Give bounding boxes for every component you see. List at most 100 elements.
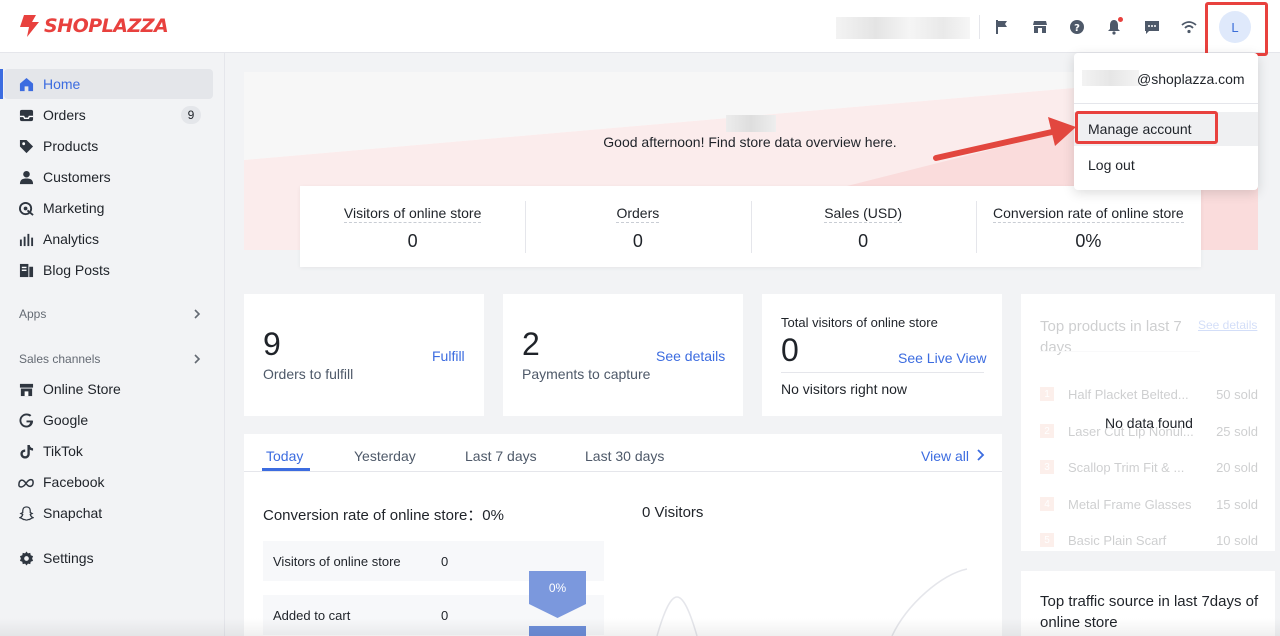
chevron-right-icon[interactable] (975, 448, 985, 462)
stat-label[interactable]: Visitors of online store (343, 205, 482, 223)
sidebar-item-customers[interactable]: Customers (4, 162, 213, 192)
sidebar-item-facebook[interactable]: Facebook (4, 467, 213, 497)
sidebar-item-label: Snapchat (43, 505, 103, 521)
sidebar-item-label: Online Store (43, 381, 121, 397)
see-live-view-link[interactable]: See Live View (898, 350, 986, 366)
store-name-redacted[interactable] (836, 17, 970, 39)
visitors-chart (656, 568, 968, 636)
fulfill-link[interactable]: Fulfill (432, 348, 465, 364)
greeting-text: Good afternoon! Find store data overview… (603, 134, 897, 150)
stat-label[interactable]: Sales (USD) (824, 205, 903, 223)
top-products-see-details[interactable]: See details (1198, 318, 1257, 332)
see-details-link[interactable]: See details (656, 348, 725, 364)
facebook-icon (18, 474, 34, 490)
product-name: Basic Plain Scarf (1068, 532, 1167, 548)
visitors-card-title: Total visitors of online store (781, 315, 938, 330)
stat-sales: Sales (USD) 0 (750, 186, 976, 267)
fulfill-count: 9 (263, 326, 281, 362)
list-item: 1 Half Placket Belted... 50 sold (1040, 385, 1258, 403)
sidebar-item-label: Products (43, 138, 99, 154)
log-out-item[interactable]: Log out (1074, 148, 1258, 182)
active-tab-indicator (262, 468, 310, 471)
tiktok-icon (18, 443, 34, 459)
analytics-icon (18, 231, 34, 247)
top-products-card: Top products in last 7 days See details … (1021, 294, 1275, 551)
view-all-link[interactable]: View all (921, 448, 969, 464)
sidebar-item-label: TikTok (43, 443, 83, 459)
sidebar-item-marketing[interactable]: Marketing (4, 193, 213, 223)
sales-channels-section-title[interactable]: Sales channels (19, 352, 100, 366)
sidebar-item-snapchat[interactable]: Snapchat (4, 498, 213, 528)
sidebar-item-label: Home (43, 76, 81, 92)
store-icon[interactable] (1028, 15, 1052, 39)
manage-account-highlight-box (1075, 111, 1218, 144)
logo-text: SHOPLAZZA (44, 15, 169, 37)
flag-icon[interactable] (990, 15, 1014, 39)
sidebar-item-analytics[interactable]: Analytics (4, 224, 213, 254)
analytics-card: Today Yesterday Last 7 days Last 30 days… (244, 434, 1002, 636)
funnel-value: 0 (441, 553, 449, 569)
person-icon (18, 169, 34, 185)
topbar-divider (979, 15, 980, 39)
sidebar-item-google[interactable]: Google (4, 405, 213, 435)
help-icon[interactable]: ? (1065, 15, 1089, 39)
chevron-right-icon[interactable] (192, 308, 202, 320)
sidebar-item-label: Analytics (43, 231, 100, 247)
list-item: 4 Metal Frame Glasses 15 sold (1040, 495, 1258, 513)
sold-count: 50 sold (1216, 386, 1258, 402)
product-name: Scallop Trim Fit & ... (1068, 459, 1185, 475)
list-item: 3 Scallop Trim Fit & ... 20 sold (1040, 458, 1258, 476)
sidebar-item-online-store[interactable]: Online Store (4, 374, 213, 404)
funnel-label: Added to cart (273, 607, 351, 623)
sidebar-item-label: Facebook (43, 474, 105, 490)
tab-yesterday[interactable]: Yesterday (354, 448, 416, 464)
chevron-right-icon[interactable] (192, 353, 202, 365)
list-item: 5 Basic Plain Scarf 10 sold (1040, 531, 1258, 549)
tab-last-7-days[interactable]: Last 7 days (465, 448, 537, 464)
account-email: @shoplazza.com (1137, 71, 1245, 87)
sidebar-item-tiktok[interactable]: TikTok (4, 436, 213, 466)
sold-count: 25 sold (1216, 423, 1258, 439)
username-redacted (726, 115, 776, 132)
payments-to-capture-card: 2 Payments to capture See details (503, 294, 743, 416)
bell-icon[interactable] (1102, 15, 1126, 39)
stat-value: 0% (1075, 231, 1102, 251)
sidebar-item-settings[interactable]: Settings (4, 543, 213, 573)
sidebar-item-products[interactable]: Products (4, 131, 213, 161)
product-name: Metal Frame Glasses (1068, 496, 1192, 512)
stat-label[interactable]: Orders (616, 205, 660, 223)
sidebar-item-home[interactable]: Home (0, 69, 213, 99)
stat-label[interactable]: Conversion rate of online store (993, 205, 1184, 223)
sidebar-item-blog-posts[interactable]: Blog Posts (4, 255, 213, 285)
funnel-percent: 0% (548, 581, 567, 595)
rank-badge: 1 (1040, 387, 1054, 401)
capture-count: 2 (522, 326, 540, 362)
stat-visitors: Visitors of online store 0 (300, 186, 525, 267)
conversion-rate-title: Conversion rate of online store：0% (263, 507, 504, 524)
apps-section-title[interactable]: Apps (19, 307, 46, 321)
sidebar-item-label: Marketing (43, 200, 105, 216)
tab-today[interactable]: Today (266, 448, 303, 464)
rank-badge: 5 (1040, 533, 1054, 547)
sidebar-item-orders[interactable]: Orders 9 (4, 100, 213, 130)
orders-to-fulfill-card: 9 Orders to fulfill Fulfill (244, 294, 484, 416)
sidebar-item-label: Google (43, 412, 89, 428)
orders-count-badge: 9 (181, 106, 201, 124)
email-username-redacted (1082, 70, 1139, 86)
total-visitors-card: Total visitors of online store 0 See Liv… (762, 294, 1002, 416)
svg-text:?: ? (1074, 23, 1080, 34)
wifi-icon[interactable] (1177, 15, 1201, 39)
top-traffic-card: Top traffic source in last 7days of onli… (1021, 571, 1275, 636)
shoplazza-logo[interactable]: SHOPLAZZA (18, 14, 169, 38)
tab-last-30-days[interactable]: Last 30 days (585, 448, 664, 464)
stat-value: 0 (858, 231, 869, 251)
overview-stats-panel: Visitors of online store 0 Orders 0 Sale… (300, 186, 1201, 267)
chat-icon[interactable] (1140, 15, 1164, 39)
visitors-note: No visitors right now (781, 381, 908, 397)
sidebar-item-label: Blog Posts (43, 262, 110, 278)
online-store-icon (18, 381, 34, 397)
stat-value: 0 (407, 231, 418, 251)
title-divider (1040, 351, 1200, 352)
stat-conversion-rate: Conversion rate of online store 0% (975, 186, 1201, 267)
no-data-message: No data found (1105, 415, 1193, 431)
